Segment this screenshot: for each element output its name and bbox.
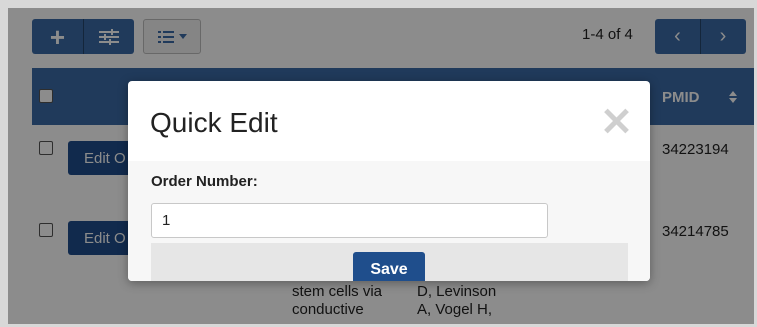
modal-title: Quick Edit [150,107,278,138]
app-frame: + 1-4 of 4 ‹ › PMID Edit O 34223194 Edit… [8,8,754,324]
close-icon[interactable] [602,107,630,135]
save-button[interactable]: Save [353,252,425,281]
quick-edit-modal: Quick Edit Order Number: Save [128,81,650,281]
order-number-input[interactable] [151,203,548,238]
order-number-label: Order Number: [151,173,258,190]
